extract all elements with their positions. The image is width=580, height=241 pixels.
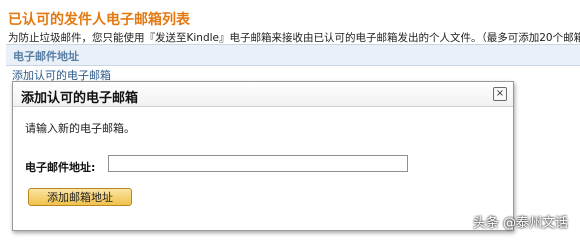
page-description: 为防止垃圾邮件，您只能使用『发送至Kindle』电子邮箱来接收由已认可的电子邮箱… — [8, 32, 580, 44]
email-field[interactable] — [108, 155, 408, 172]
dialog-instruction: 请输入新的电子邮箱。 — [25, 122, 135, 135]
add-email-dialog: 添加认可的电子邮箱 × 请输入新的电子邮箱。 电子邮件地址: 添加邮箱地址 — [12, 81, 514, 231]
dialog-title: 添加认可的电子邮箱 — [21, 91, 139, 106]
page-title: 已认可的发件人电子邮箱列表 — [8, 12, 190, 28]
column-header-email: 电子邮件地址 — [13, 50, 79, 63]
email-field-label: 电子邮件地址: — [25, 161, 96, 174]
close-icon[interactable]: × — [493, 87, 507, 101]
table-header: 电子邮件地址 — [6, 44, 580, 66]
watermark: 头条 @泰州文话 — [472, 216, 568, 231]
dialog-header: 添加认可的电子邮箱 × — [13, 82, 513, 107]
add-email-button[interactable]: 添加邮箱地址 — [28, 188, 132, 206]
